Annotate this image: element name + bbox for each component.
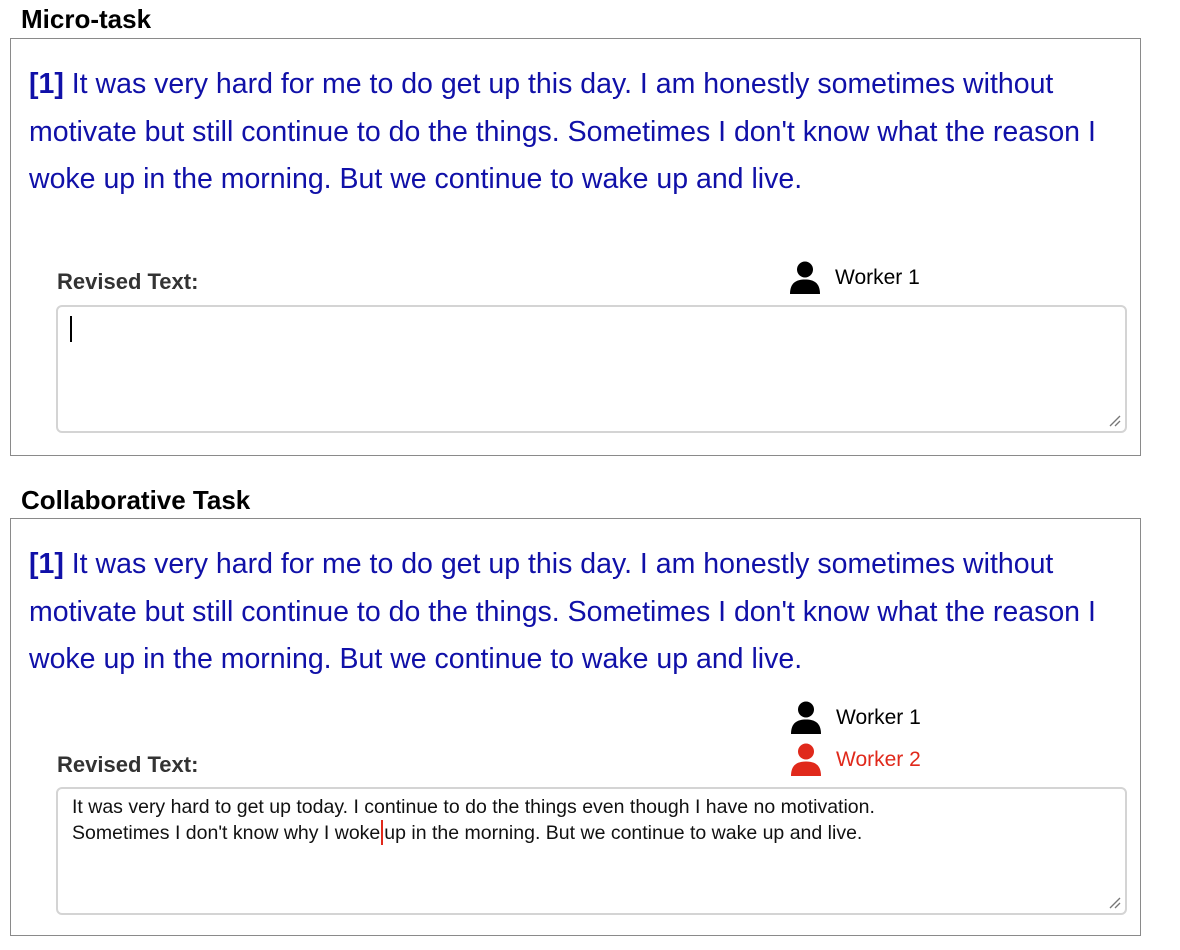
microtask-title: Micro-task (21, 4, 152, 34)
person-icon (791, 701, 821, 734)
prompt-text: It was very hard for me to do get up thi… (29, 68, 1096, 195)
revised-text-after-cursor: up in the morning. But we continue to wa… (384, 822, 863, 844)
sentence-index: [1] (29, 68, 64, 100)
collaborative-prompt: [1] It was very hard for me to do get up… (29, 541, 1139, 684)
sentence-index: [1] (29, 548, 64, 580)
revised-text-label: Revised Text: (57, 752, 199, 777)
revised-text-input[interactable]: It was very hard to get up today. I cont… (56, 787, 1127, 915)
text-cursor (70, 316, 72, 342)
worker-2-cursor (381, 820, 384, 845)
worker-1-indicator: Worker 1 (789, 261, 920, 295)
revised-text-input[interactable] (56, 305, 1127, 433)
person-icon (790, 261, 820, 294)
microtask-prompt: [1] It was very hard for me to do get up… (29, 61, 1139, 204)
worker-2-indicator: Worker 2 (790, 743, 921, 777)
worker-name: Worker 1 (835, 266, 920, 289)
microtask-panel: [1] It was very hard for me to do get up… (10, 38, 1141, 456)
prompt-text: It was very hard for me to do get up thi… (29, 548, 1096, 675)
revised-text-label: Revised Text: (57, 269, 199, 294)
worker-1-indicator: Worker 1 (790, 701, 921, 735)
collaborative-title: Collaborative Task (21, 485, 251, 515)
person-icon (791, 743, 821, 776)
worker-name: Worker 1 (836, 706, 921, 729)
resize-grip-icon[interactable] (1109, 897, 1121, 909)
revised-text-value: It was very hard to get up today. I cont… (72, 795, 1111, 846)
collaborative-panel: [1] It was very hard for me to do get up… (10, 518, 1141, 936)
resize-grip-icon[interactable] (1109, 415, 1121, 427)
worker-name: Worker 2 (836, 748, 921, 771)
